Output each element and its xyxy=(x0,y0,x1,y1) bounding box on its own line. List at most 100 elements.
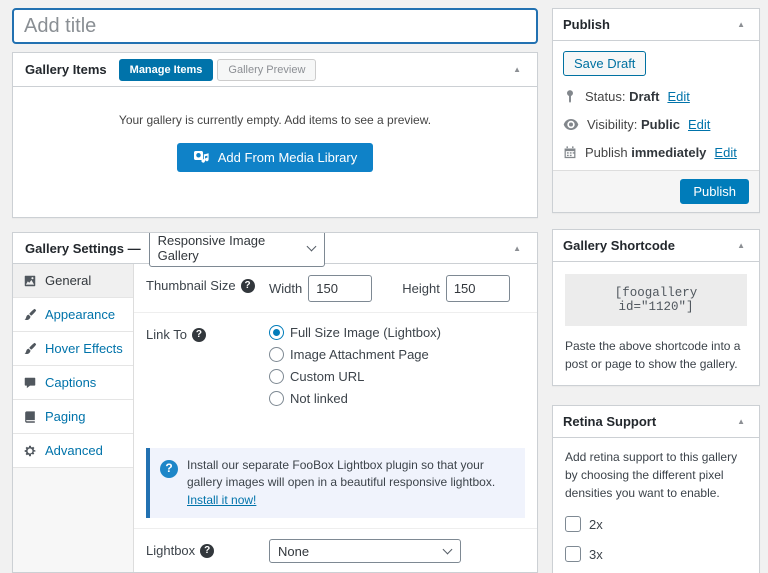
add-from-media-library-button[interactable]: Add From Media Library xyxy=(177,143,373,172)
publish-title: Publish xyxy=(563,17,610,32)
retina-option-2x[interactable]: 2x xyxy=(565,516,747,532)
thumbnail-width-input[interactable] xyxy=(308,275,372,302)
radio-icon[interactable] xyxy=(269,325,284,340)
edit-status-link[interactable]: Edit xyxy=(667,89,689,104)
thumbnail-size-controls: Width Height xyxy=(269,274,525,302)
link-to-option-custom-url[interactable]: Custom URL xyxy=(269,369,525,384)
settings-tab-label: General xyxy=(45,273,91,288)
gallery-shortcode-panel: Gallery Shortcode ▲ [foogallery id="1120… xyxy=(552,229,760,386)
link-to-row: Link To ? Full Size Image (Lightbox) Ima… xyxy=(134,313,537,438)
media-library-icon xyxy=(193,150,210,165)
visibility-value: Public xyxy=(641,117,680,132)
gallery-title-input[interactable] xyxy=(12,8,538,44)
thumbnail-height-input[interactable] xyxy=(446,275,510,302)
publish-panel: Publish ▲ Save Draft Status: Draft Edit xyxy=(552,8,760,213)
link-to-option-attachment-page[interactable]: Image Attachment Page xyxy=(269,347,525,362)
save-draft-button[interactable]: Save Draft xyxy=(563,51,646,76)
settings-tab-label: Captions xyxy=(45,375,96,390)
add-from-media-library-label: Add From Media Library xyxy=(218,150,357,165)
thumbnail-size-label-group: Thumbnail Size ? xyxy=(146,274,269,293)
retina-option-3x[interactable]: 3x xyxy=(565,546,747,562)
help-icon[interactable]: ? xyxy=(200,544,214,558)
settings-tab-general[interactable]: General xyxy=(13,264,133,298)
install-it-now-link[interactable]: Install it now! xyxy=(187,493,256,507)
collapse-icon[interactable]: ▲ xyxy=(509,240,525,257)
visibility-text: Visibility: Public xyxy=(587,117,680,132)
collapse-icon[interactable]: ▲ xyxy=(733,16,749,33)
main-column: Gallery Items Manage Items Gallery Previ… xyxy=(12,8,538,573)
collapse-icon[interactable]: ▲ xyxy=(509,61,525,78)
comment-icon xyxy=(23,376,37,390)
collapse-icon[interactable]: ▲ xyxy=(733,413,749,430)
gallery-items-tabs: Manage Items Gallery Preview xyxy=(119,59,317,81)
settings-tab-hover-effects[interactable]: Hover Effects xyxy=(13,332,133,366)
help-icon[interactable]: ? xyxy=(192,328,206,342)
checkbox-label: 3x xyxy=(589,547,603,562)
gallery-settings-title: Gallery Settings — xyxy=(25,241,141,256)
checkbox-icon[interactable] xyxy=(565,516,581,532)
collapse-icon[interactable]: ▲ xyxy=(733,237,749,254)
gallery-settings-panel: Gallery Settings — Responsive Image Gall… xyxy=(12,232,538,573)
retina-header: Retina Support ▲ xyxy=(553,406,759,438)
shortcode-header: Gallery Shortcode ▲ xyxy=(553,230,759,262)
radio-label: Custom URL xyxy=(290,369,364,384)
link-to-label: Link To xyxy=(146,327,187,342)
retina-title: Retina Support xyxy=(563,414,656,429)
lightbox-select[interactable]: None xyxy=(269,539,461,563)
shortcode-title: Gallery Shortcode xyxy=(563,238,675,253)
link-to-option-full-size[interactable]: Full Size Image (Lightbox) xyxy=(269,325,525,340)
gallery-template-selected-value: Responsive Image Gallery xyxy=(158,233,300,263)
settings-tab-advanced[interactable]: Advanced xyxy=(13,434,133,468)
radio-icon[interactable] xyxy=(269,391,284,406)
publish-body: Save Draft Status: Draft Edit xyxy=(553,41,759,170)
foobox-notice-body: Install our separate FooBox Lightbox plu… xyxy=(187,458,495,489)
link-to-option-not-linked[interactable]: Not linked xyxy=(269,391,525,406)
status-row: Status: Draft Edit xyxy=(563,89,749,104)
radio-label: Full Size Image (Lightbox) xyxy=(290,325,441,340)
publish-button[interactable]: Publish xyxy=(680,179,749,204)
status-prefix: Status: xyxy=(585,89,625,104)
edit-schedule-link[interactable]: Edit xyxy=(714,145,736,160)
status-value: Draft xyxy=(629,89,659,104)
link-to-label-group: Link To ? xyxy=(146,323,269,342)
sidebar: Publish ▲ Save Draft Status: Draft Edit xyxy=(552,8,760,573)
retina-support-panel: Retina Support ▲ Add retina support to t… xyxy=(552,405,760,573)
brush-icon xyxy=(23,342,37,356)
edit-visibility-link[interactable]: Edit xyxy=(688,117,710,132)
radio-icon[interactable] xyxy=(269,347,284,362)
gallery-items-body: Your gallery is currently empty. Add ite… xyxy=(13,87,537,217)
shortcode-code[interactable]: [foogallery id="1120"] xyxy=(565,274,747,326)
help-icon[interactable]: ? xyxy=(241,279,255,293)
lightbox-selected-value: None xyxy=(278,544,309,559)
settings-tab-label: Appearance xyxy=(45,307,115,322)
schedule-value: immediately xyxy=(631,145,706,160)
settings-content: Thumbnail Size ? Width Height xyxy=(134,264,537,573)
tab-manage-items[interactable]: Manage Items xyxy=(119,59,214,81)
image-icon xyxy=(23,274,37,288)
empty-gallery-message: Your gallery is currently empty. Add ite… xyxy=(13,87,537,127)
shortcode-help-text: Paste the above shortcode into a post or… xyxy=(565,337,747,373)
schedule-prefix: Publish xyxy=(585,145,628,160)
tab-gallery-preview[interactable]: Gallery Preview xyxy=(217,59,316,81)
checkbox-icon[interactable] xyxy=(565,546,581,562)
gallery-items-panel: Gallery Items Manage Items Gallery Previ… xyxy=(12,52,538,218)
chevron-down-icon xyxy=(443,545,453,555)
settings-tab-appearance[interactable]: Appearance xyxy=(13,298,133,332)
gallery-settings-header: Gallery Settings — Responsive Image Gall… xyxy=(13,233,537,264)
schedule-row: Publish immediately Edit xyxy=(563,145,749,160)
gallery-template-select[interactable]: Responsive Image Gallery xyxy=(149,232,325,267)
retina-description: Add retina support to this gallery by ch… xyxy=(565,448,747,502)
settings-tab-label: Advanced xyxy=(45,443,103,458)
settings-tab-label: Hover Effects xyxy=(45,341,123,356)
foobox-notice-text: Install our separate FooBox Lightbox plu… xyxy=(187,457,515,509)
gallery-items-header: Gallery Items Manage Items Gallery Previ… xyxy=(13,53,537,87)
settings-tab-paging[interactable]: Paging xyxy=(13,400,133,434)
thumbnail-size-label: Thumbnail Size xyxy=(146,278,236,293)
brush-icon xyxy=(23,308,37,322)
lightbox-label-group: Lightbox ? xyxy=(146,539,269,558)
schedule-text: Publish immediately xyxy=(585,145,706,160)
settings-tab-captions[interactable]: Captions xyxy=(13,366,133,400)
checkbox-label: 2x xyxy=(589,517,603,532)
shortcode-body: [foogallery id="1120"] Paste the above s… xyxy=(553,262,759,385)
radio-icon[interactable] xyxy=(269,369,284,384)
